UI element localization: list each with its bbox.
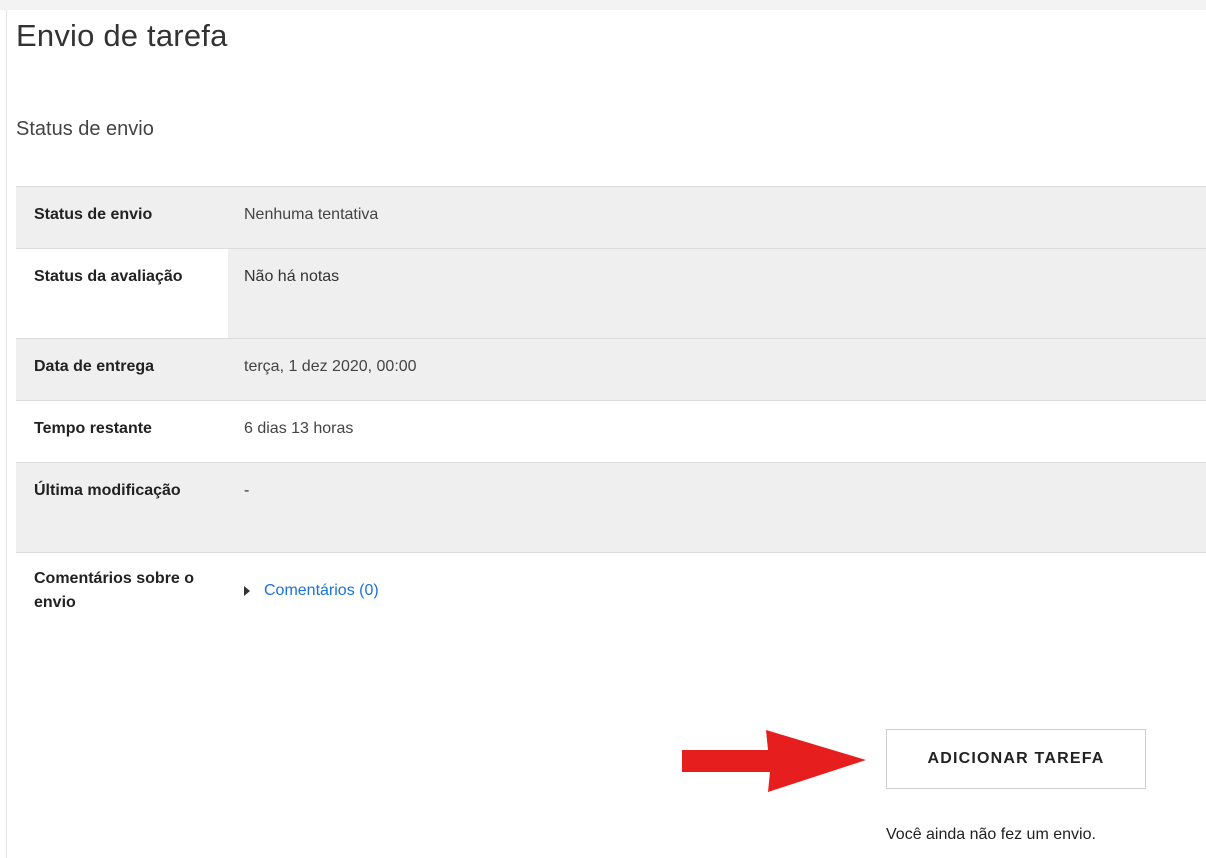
- add-submission-button[interactable]: ADICIONAR TAREFA: [886, 729, 1146, 789]
- row-label: Status da avaliação: [16, 248, 228, 339]
- row-value: Não há notas: [228, 248, 1206, 339]
- table-row-time-remaining: Tempo restante 6 dias 13 horas: [16, 400, 1206, 463]
- section-title: Status de envio: [16, 118, 154, 140]
- caret-right-icon: [244, 586, 250, 596]
- row-value: Comentários (0): [228, 552, 1206, 637]
- red-arrow-icon: [682, 730, 866, 792]
- table-row-submission-comments: Comentários sobre o envio Comentários (0…: [16, 552, 1206, 637]
- comments-toggle-link[interactable]: Comentários (0): [244, 579, 379, 603]
- row-value: Nenhuma tentativa: [228, 186, 1206, 249]
- row-value: -: [228, 462, 1206, 553]
- submission-status-table: Status de envio Nenhuma tentativa Status…: [16, 186, 1206, 637]
- top-bar: [0, 0, 1206, 10]
- table-row-grading-status: Status da avaliação Não há notas: [16, 248, 1206, 339]
- row-value: 6 dias 13 horas: [228, 400, 1206, 463]
- table-row-submission-status: Status de envio Nenhuma tentativa: [16, 186, 1206, 249]
- no-submission-notice: Você ainda não fez um envio.: [886, 826, 1096, 843]
- table-row-last-modified: Última modificação -: [16, 462, 1206, 553]
- left-divider: [6, 10, 7, 858]
- row-label: Data de entrega: [16, 338, 228, 401]
- row-value: terça, 1 dez 2020, 00:00: [228, 338, 1206, 401]
- row-label: Última modificação: [16, 462, 228, 553]
- page-title: Envio de tarefa: [16, 18, 228, 53]
- comments-link-label: Comentários (0): [264, 582, 379, 599]
- table-row-due-date: Data de entrega terça, 1 dez 2020, 00:00: [16, 338, 1206, 401]
- row-label: Status de envio: [16, 186, 228, 249]
- row-label: Comentários sobre o envio: [16, 552, 228, 637]
- row-label: Tempo restante: [16, 400, 228, 463]
